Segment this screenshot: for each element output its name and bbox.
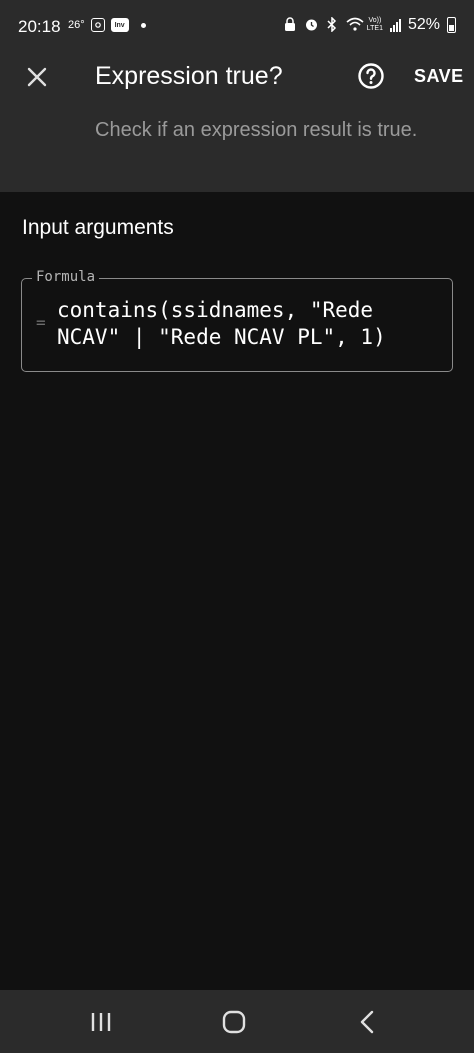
alarm-icon xyxy=(304,17,318,33)
signal-icon xyxy=(389,18,401,32)
volte-indicator: Vo)) LTE1 xyxy=(367,17,383,33)
wifi-icon xyxy=(346,17,364,33)
navigation-bar xyxy=(0,990,474,1053)
close-icon xyxy=(27,67,47,87)
home-button[interactable] xyxy=(218,1006,250,1038)
status-left-icons: 26° Inv xyxy=(68,18,146,32)
back-icon xyxy=(360,1010,374,1034)
temperature-label: 26° xyxy=(68,19,85,31)
battery-label: 52% xyxy=(407,16,440,33)
home-icon xyxy=(222,1010,246,1034)
inv-app-icon: Inv xyxy=(110,18,129,32)
formula-prefix: = xyxy=(36,313,46,332)
formula-field[interactable]: Formula = contains(ssidnames, "Rede NCAV… xyxy=(21,269,453,372)
notification-dot-icon xyxy=(140,22,146,28)
instagram-icon xyxy=(90,18,105,32)
volte-top-label: Vo)) xyxy=(368,17,382,24)
recent-apps-icon xyxy=(91,1013,111,1031)
battery-icon xyxy=(447,17,456,33)
lock-icon xyxy=(283,17,297,33)
bluetooth-icon xyxy=(325,16,339,33)
header: Expression true? SAVE Check if an expres… xyxy=(0,54,474,192)
close-button[interactable] xyxy=(22,62,52,92)
formula-label: Formula xyxy=(32,269,100,285)
recent-apps-button[interactable] xyxy=(85,1006,117,1038)
help-icon xyxy=(358,63,384,89)
page-subtitle: Check if an expression result is true. xyxy=(95,119,418,141)
save-button[interactable]: SAVE xyxy=(414,66,464,87)
back-button[interactable] xyxy=(351,1006,383,1038)
status-bar: 20:18 26° Inv Vo)) LTE1 52% xyxy=(0,0,474,54)
status-right-icons: Vo)) LTE1 52% xyxy=(283,16,456,34)
formula-input[interactable]: contains(ssidnames, "Rede NCAV" | "Rede … xyxy=(57,297,442,351)
page-title: Expression true? xyxy=(95,62,283,90)
volte-bottom-label: LTE1 xyxy=(366,25,383,32)
help-button[interactable] xyxy=(357,62,385,90)
status-time: 20:18 xyxy=(18,17,61,36)
section-title: Input arguments xyxy=(22,216,174,239)
